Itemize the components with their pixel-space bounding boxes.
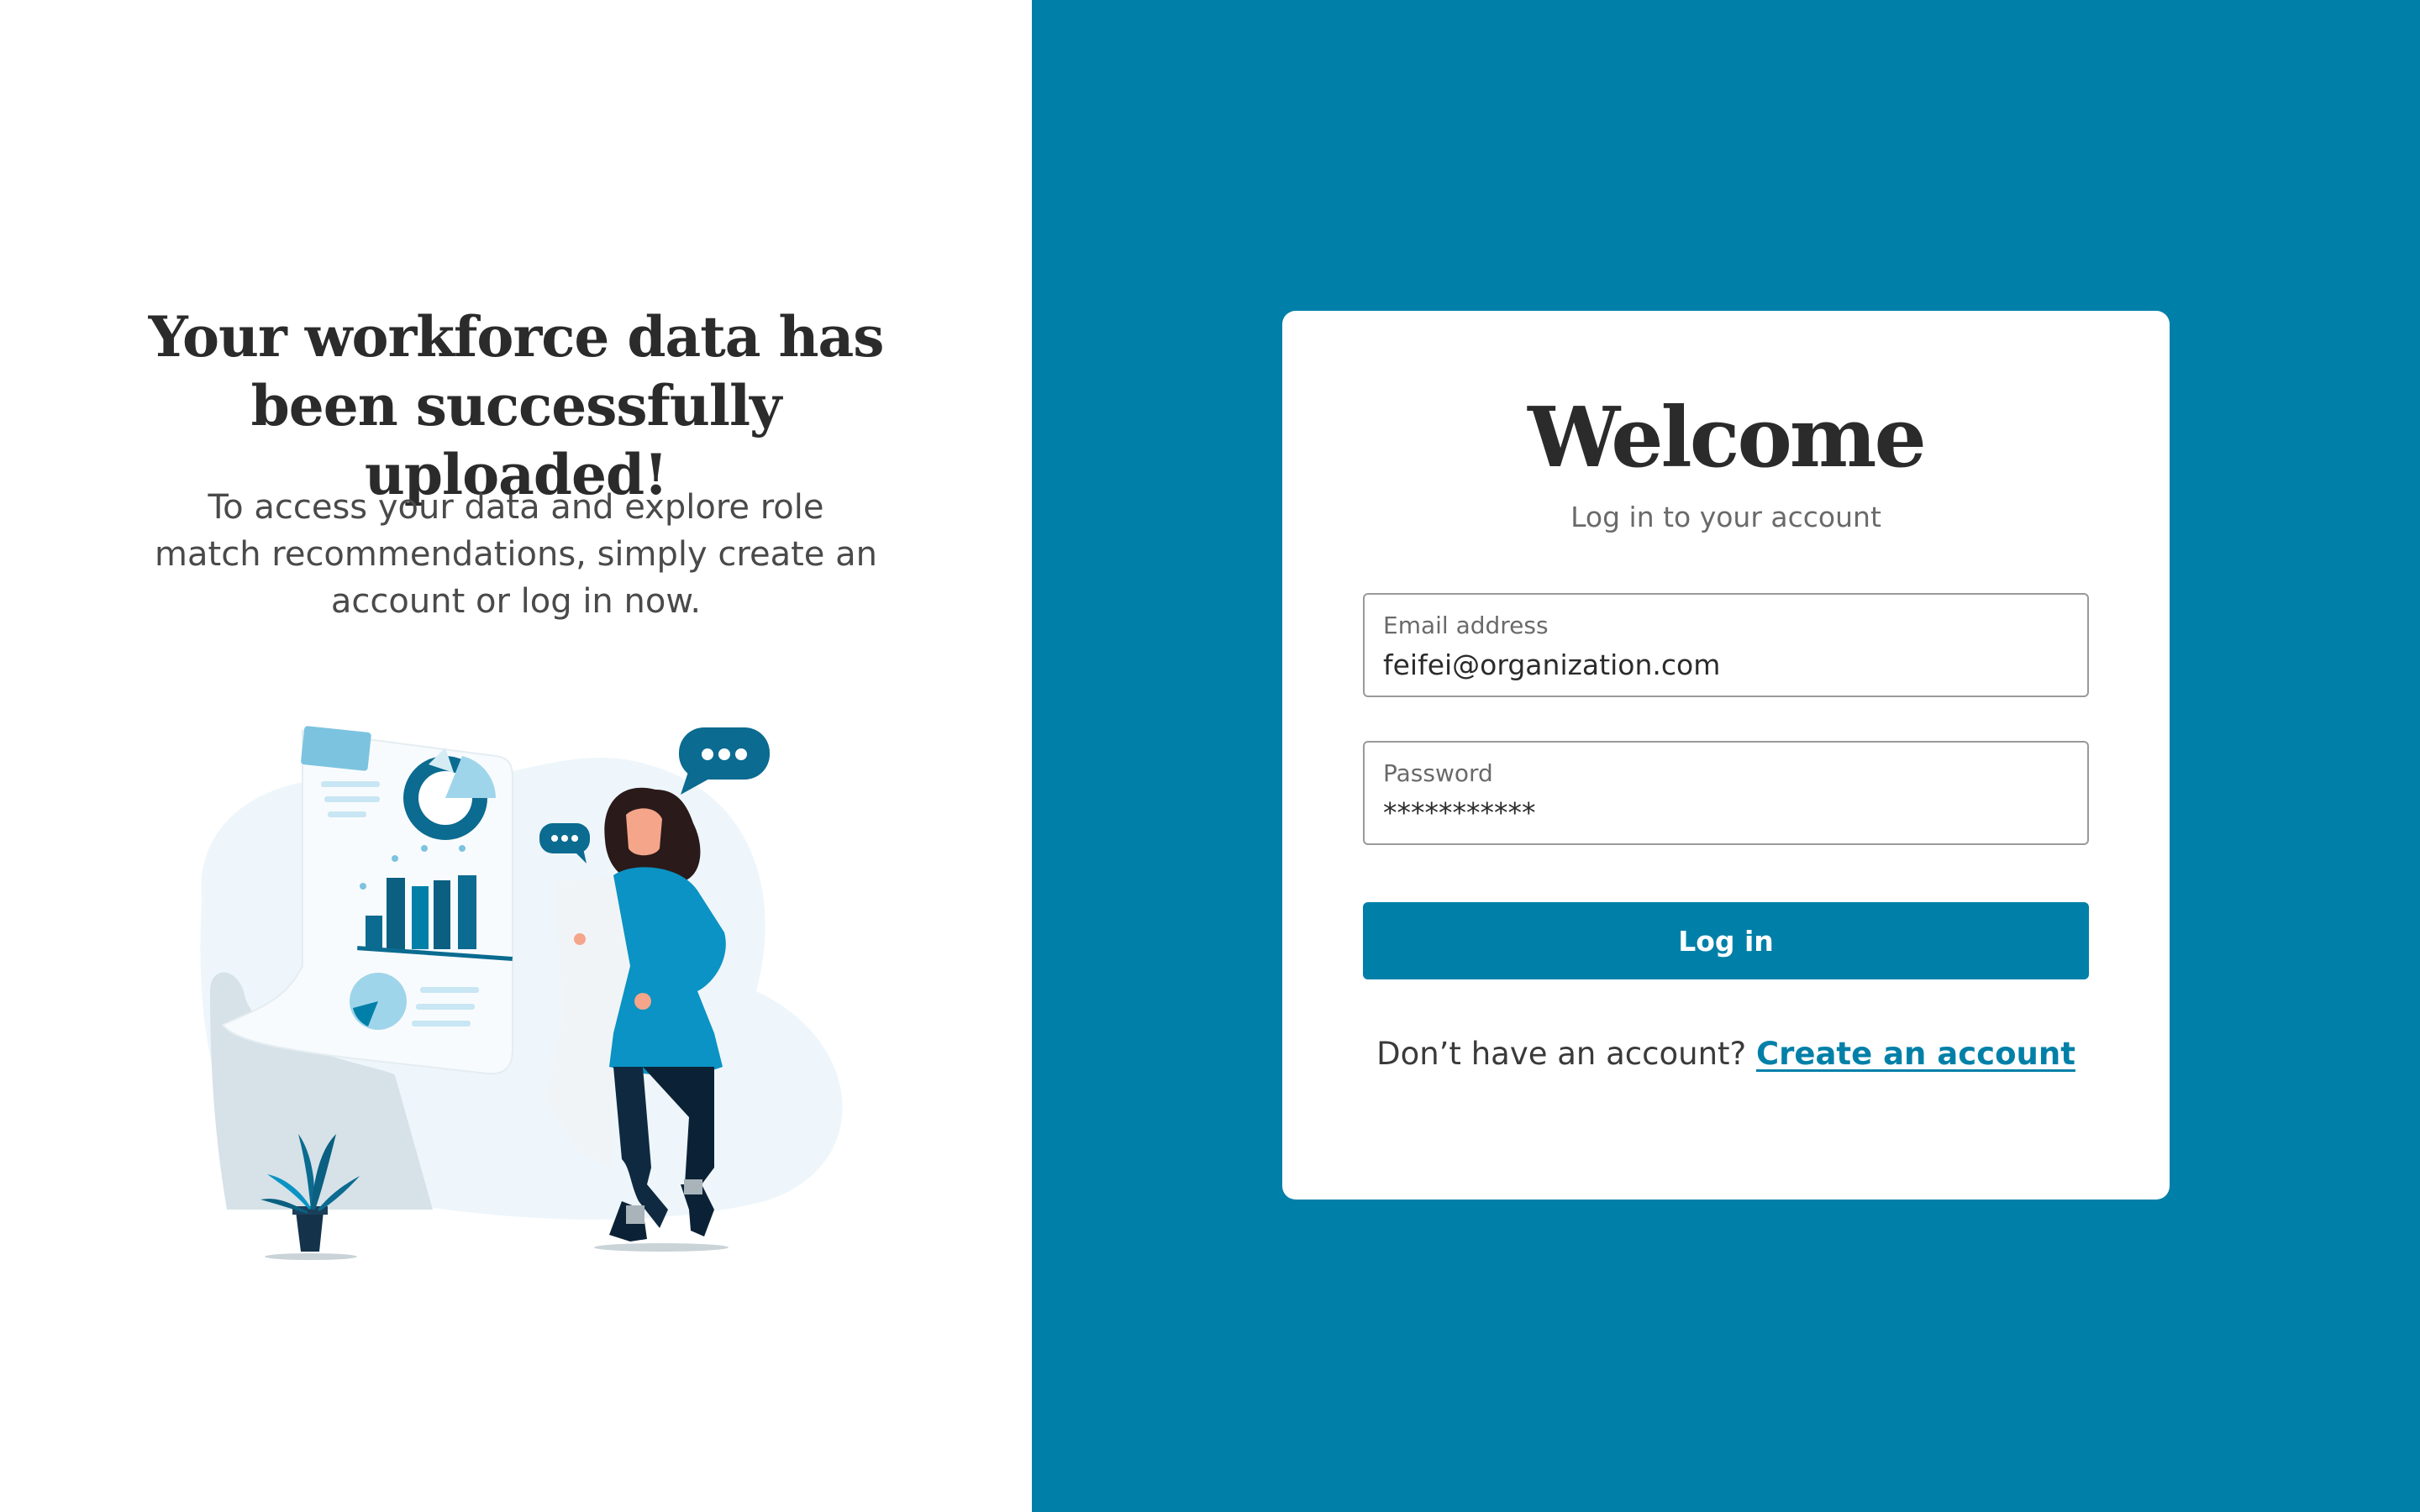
- upload-success-headline: Your workforce data has been successfull…: [148, 304, 885, 507]
- login-button[interactable]: Log in: [1363, 902, 2089, 979]
- login-card: Welcome Log in to your account Email add…: [1282, 311, 2170, 1200]
- signup-prompt-text: Don’t have an account?: [1376, 1036, 1747, 1072]
- left-panel: Your workforce data has been successfull…: [0, 0, 1032, 1512]
- password-input[interactable]: ***********: [1383, 795, 1536, 832]
- password-field[interactable]: Password ***********: [1363, 741, 2089, 845]
- email-label: Email address: [1383, 612, 1549, 639]
- welcome-title: Welcome: [1528, 390, 1927, 486]
- email-input[interactable]: feifei@organization.com: [1383, 647, 1720, 684]
- email-field[interactable]: Email address feifei@organization.com: [1363, 593, 2089, 697]
- workforce-data-illustration: [200, 726, 843, 1260]
- password-label: Password: [1383, 759, 1493, 787]
- upload-success-subtext: To access your data and explore role mat…: [155, 488, 877, 621]
- login-subtitle: Log in to your account: [1570, 501, 1881, 533]
- signup-prompt-line: Don’t have an account? Create an account: [1282, 1033, 2170, 1075]
- create-account-link[interactable]: Create an account: [1756, 1036, 2075, 1072]
